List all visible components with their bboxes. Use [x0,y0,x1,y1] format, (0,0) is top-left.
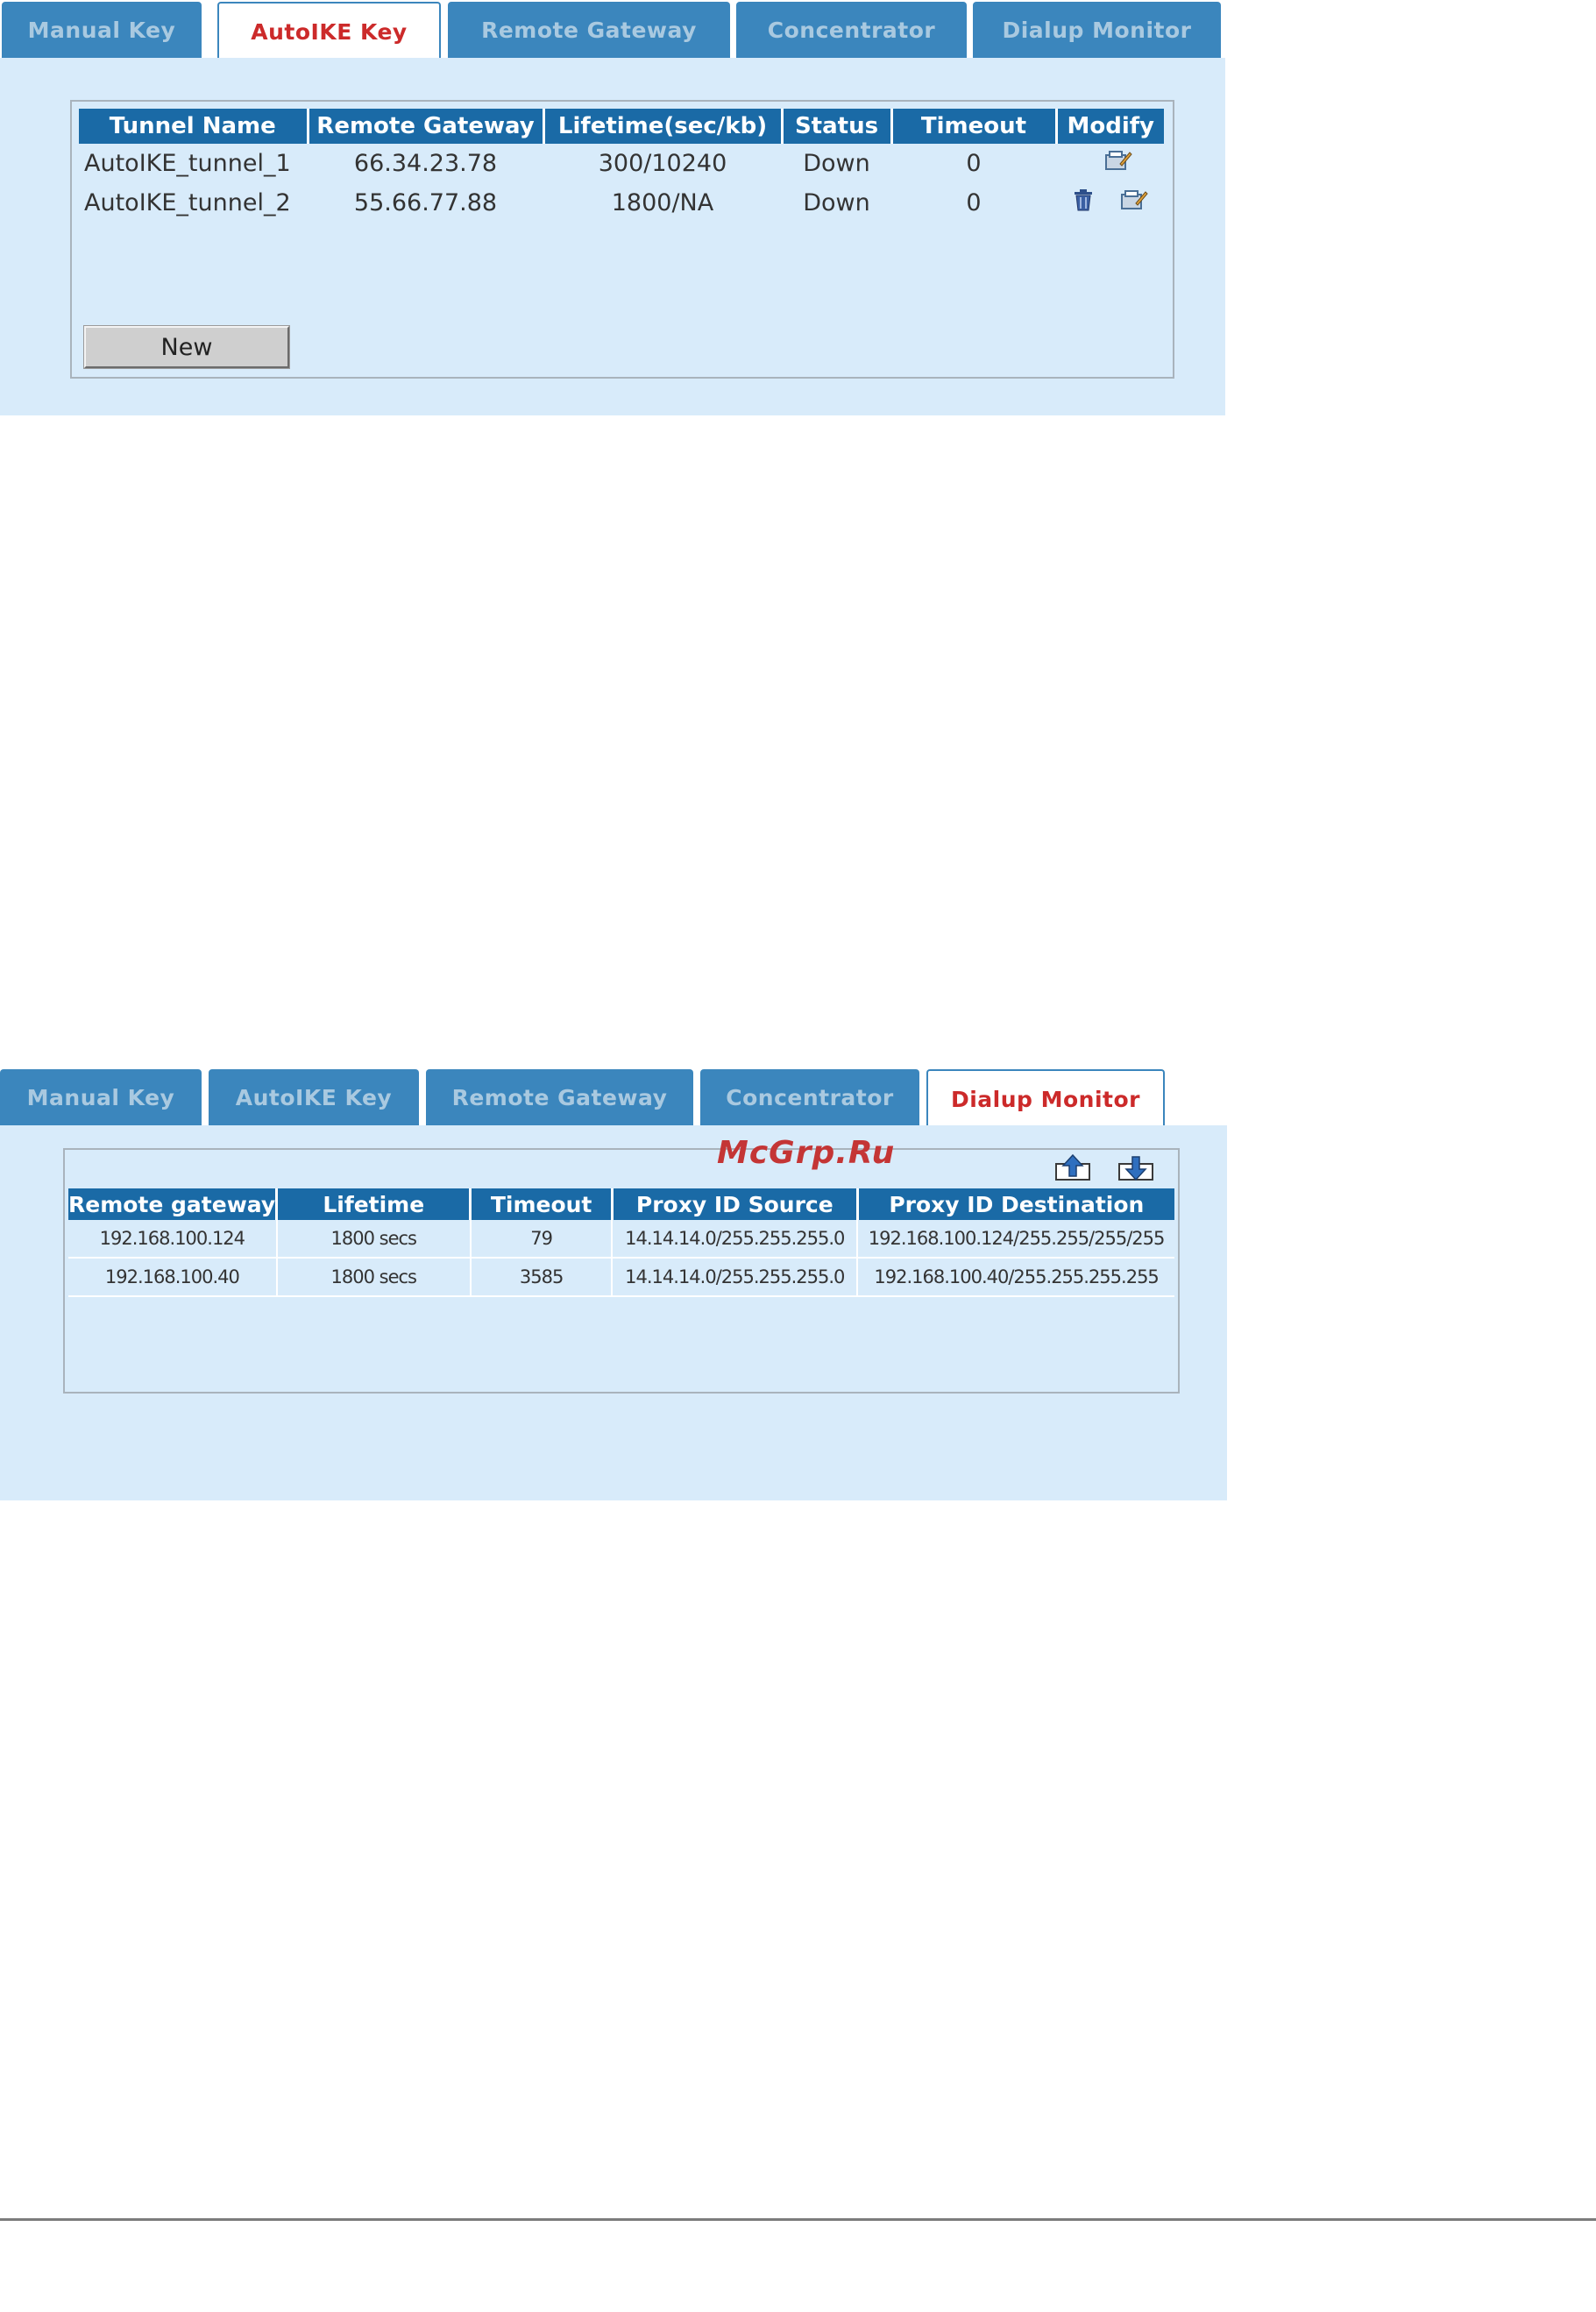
tab-dialup-monitor[interactable]: Dialup Monitor [973,2,1221,58]
status: Down [803,150,870,177]
tab-remote-gateway[interactable]: Remote Gateway [426,1069,693,1125]
tunnel-list-box: Tunnel Name Remote Gateway Lifetime(sec/… [70,100,1174,379]
dialup-table: Remote gateway Lifetime Timeout Proxy ID… [68,1188,1174,1297]
col-timeout[interactable]: Timeout [470,1188,614,1220]
table-header-row: Tunnel Name Remote Gateway Lifetime(sec/… [79,109,1164,144]
tab-bar: Manual Key AutoIKE Key Remote Gateway Co… [0,0,1227,60]
proxy-id-source: 14.14.14.0/255.255.255.0 [612,1220,859,1259]
table-row: 192.168.100.40 1800 secs 3585 14.14.14.0… [68,1258,1174,1297]
col-remote-gateway[interactable]: Remote Gateway [308,109,545,144]
new-tunnel-button[interactable]: New [83,325,290,369]
edit-icon[interactable] [1120,188,1148,218]
col-lifetime[interactable]: Lifetime(sec/kb) [543,109,784,144]
lifetime: 1800/NA [611,189,714,216]
lifetime: 1800 secs [276,1258,472,1297]
table-row: 192.168.100.124 1800 secs 79 14.14.14.0/… [68,1220,1174,1259]
panel-body: Tunnel Name Remote Gateway Lifetime(sec/… [0,58,1225,415]
lifetime: 1800 secs [276,1220,472,1259]
upload-icon[interactable] [1053,1153,1092,1183]
autoike-panel: Manual Key AutoIKE Key Remote Gateway Co… [0,0,1227,415]
tab-concentrator[interactable]: Concentrator [700,1069,919,1125]
col-status[interactable]: Status [782,109,893,144]
timeout: 79 [470,1220,614,1259]
remote-gateway: 192.168.100.124 [68,1220,278,1259]
tab-autoike-key[interactable]: AutoIKE Key [217,2,441,60]
tab-concentrator[interactable]: Concentrator [736,2,967,58]
modify-cell [1056,183,1164,223]
timeout: 0 [966,189,982,216]
panel-body: Remote gateway Lifetime Timeout Proxy ID… [0,1125,1227,1500]
tab-bar: Manual Key AutoIKE Key Remote Gateway Co… [0,1067,1227,1127]
tab-autoike-key[interactable]: AutoIKE Key [209,1069,419,1125]
watermark: McGrp.Ru [717,1135,896,1171]
tunnel-table: Tunnel Name Remote Gateway Lifetime(sec/… [79,109,1164,223]
page-divider [0,2218,1596,2221]
table-header-row: Remote gateway Lifetime Timeout Proxy ID… [68,1188,1174,1220]
tunnel-name: AutoIKE_tunnel_1 [84,150,291,177]
remote-gateway: 55.66.77.88 [353,189,498,216]
timeout: 3585 [470,1258,614,1297]
col-modify: Modify [1056,109,1164,144]
col-lifetime[interactable]: Lifetime [276,1188,472,1220]
tunnel-name: AutoIKE_tunnel_2 [84,189,291,216]
proxy-id-destination: 192.168.100.124/255.255/255/255 [857,1220,1174,1259]
edit-icon[interactable] [1104,148,1132,179]
dialup-monitor-panel: Manual Key AutoIKE Key Remote Gateway Co… [0,1067,1227,1500]
tab-manual-key[interactable]: Manual Key [2,2,202,58]
col-remote-gateway[interactable]: Remote gateway [68,1188,279,1220]
delete-icon[interactable] [1072,188,1095,218]
col-proxy-id-destination[interactable]: Proxy ID Destination [857,1188,1174,1220]
timeout: 0 [966,150,982,177]
status: Down [803,189,870,216]
dialup-list-box: Remote gateway Lifetime Timeout Proxy ID… [63,1148,1180,1394]
download-icon[interactable] [1117,1153,1155,1183]
modify-cell [1056,144,1164,183]
tab-dialup-monitor[interactable]: Dialup Monitor [926,1069,1165,1127]
col-tunnel-name[interactable]: Tunnel Name [79,109,309,144]
tab-manual-key[interactable]: Manual Key [0,1069,202,1125]
lifetime: 300/10240 [598,150,727,177]
col-timeout[interactable]: Timeout [891,109,1058,144]
remote-gateway: 192.168.100.40 [68,1258,278,1297]
table-row: AutoIKE_tunnel_2 55.66.77.88 1800/NA Dow… [79,183,1164,223]
table-row: AutoIKE_tunnel_1 66.34.23.78 300/10240 D… [79,144,1164,183]
col-proxy-id-source[interactable]: Proxy ID Source [612,1188,859,1220]
remote-gateway: 66.34.23.78 [353,150,498,177]
tab-remote-gateway[interactable]: Remote Gateway [448,2,730,58]
proxy-id-source: 14.14.14.0/255.255.255.0 [612,1258,859,1297]
proxy-id-destination: 192.168.100.40/255.255.255.255 [857,1258,1174,1297]
